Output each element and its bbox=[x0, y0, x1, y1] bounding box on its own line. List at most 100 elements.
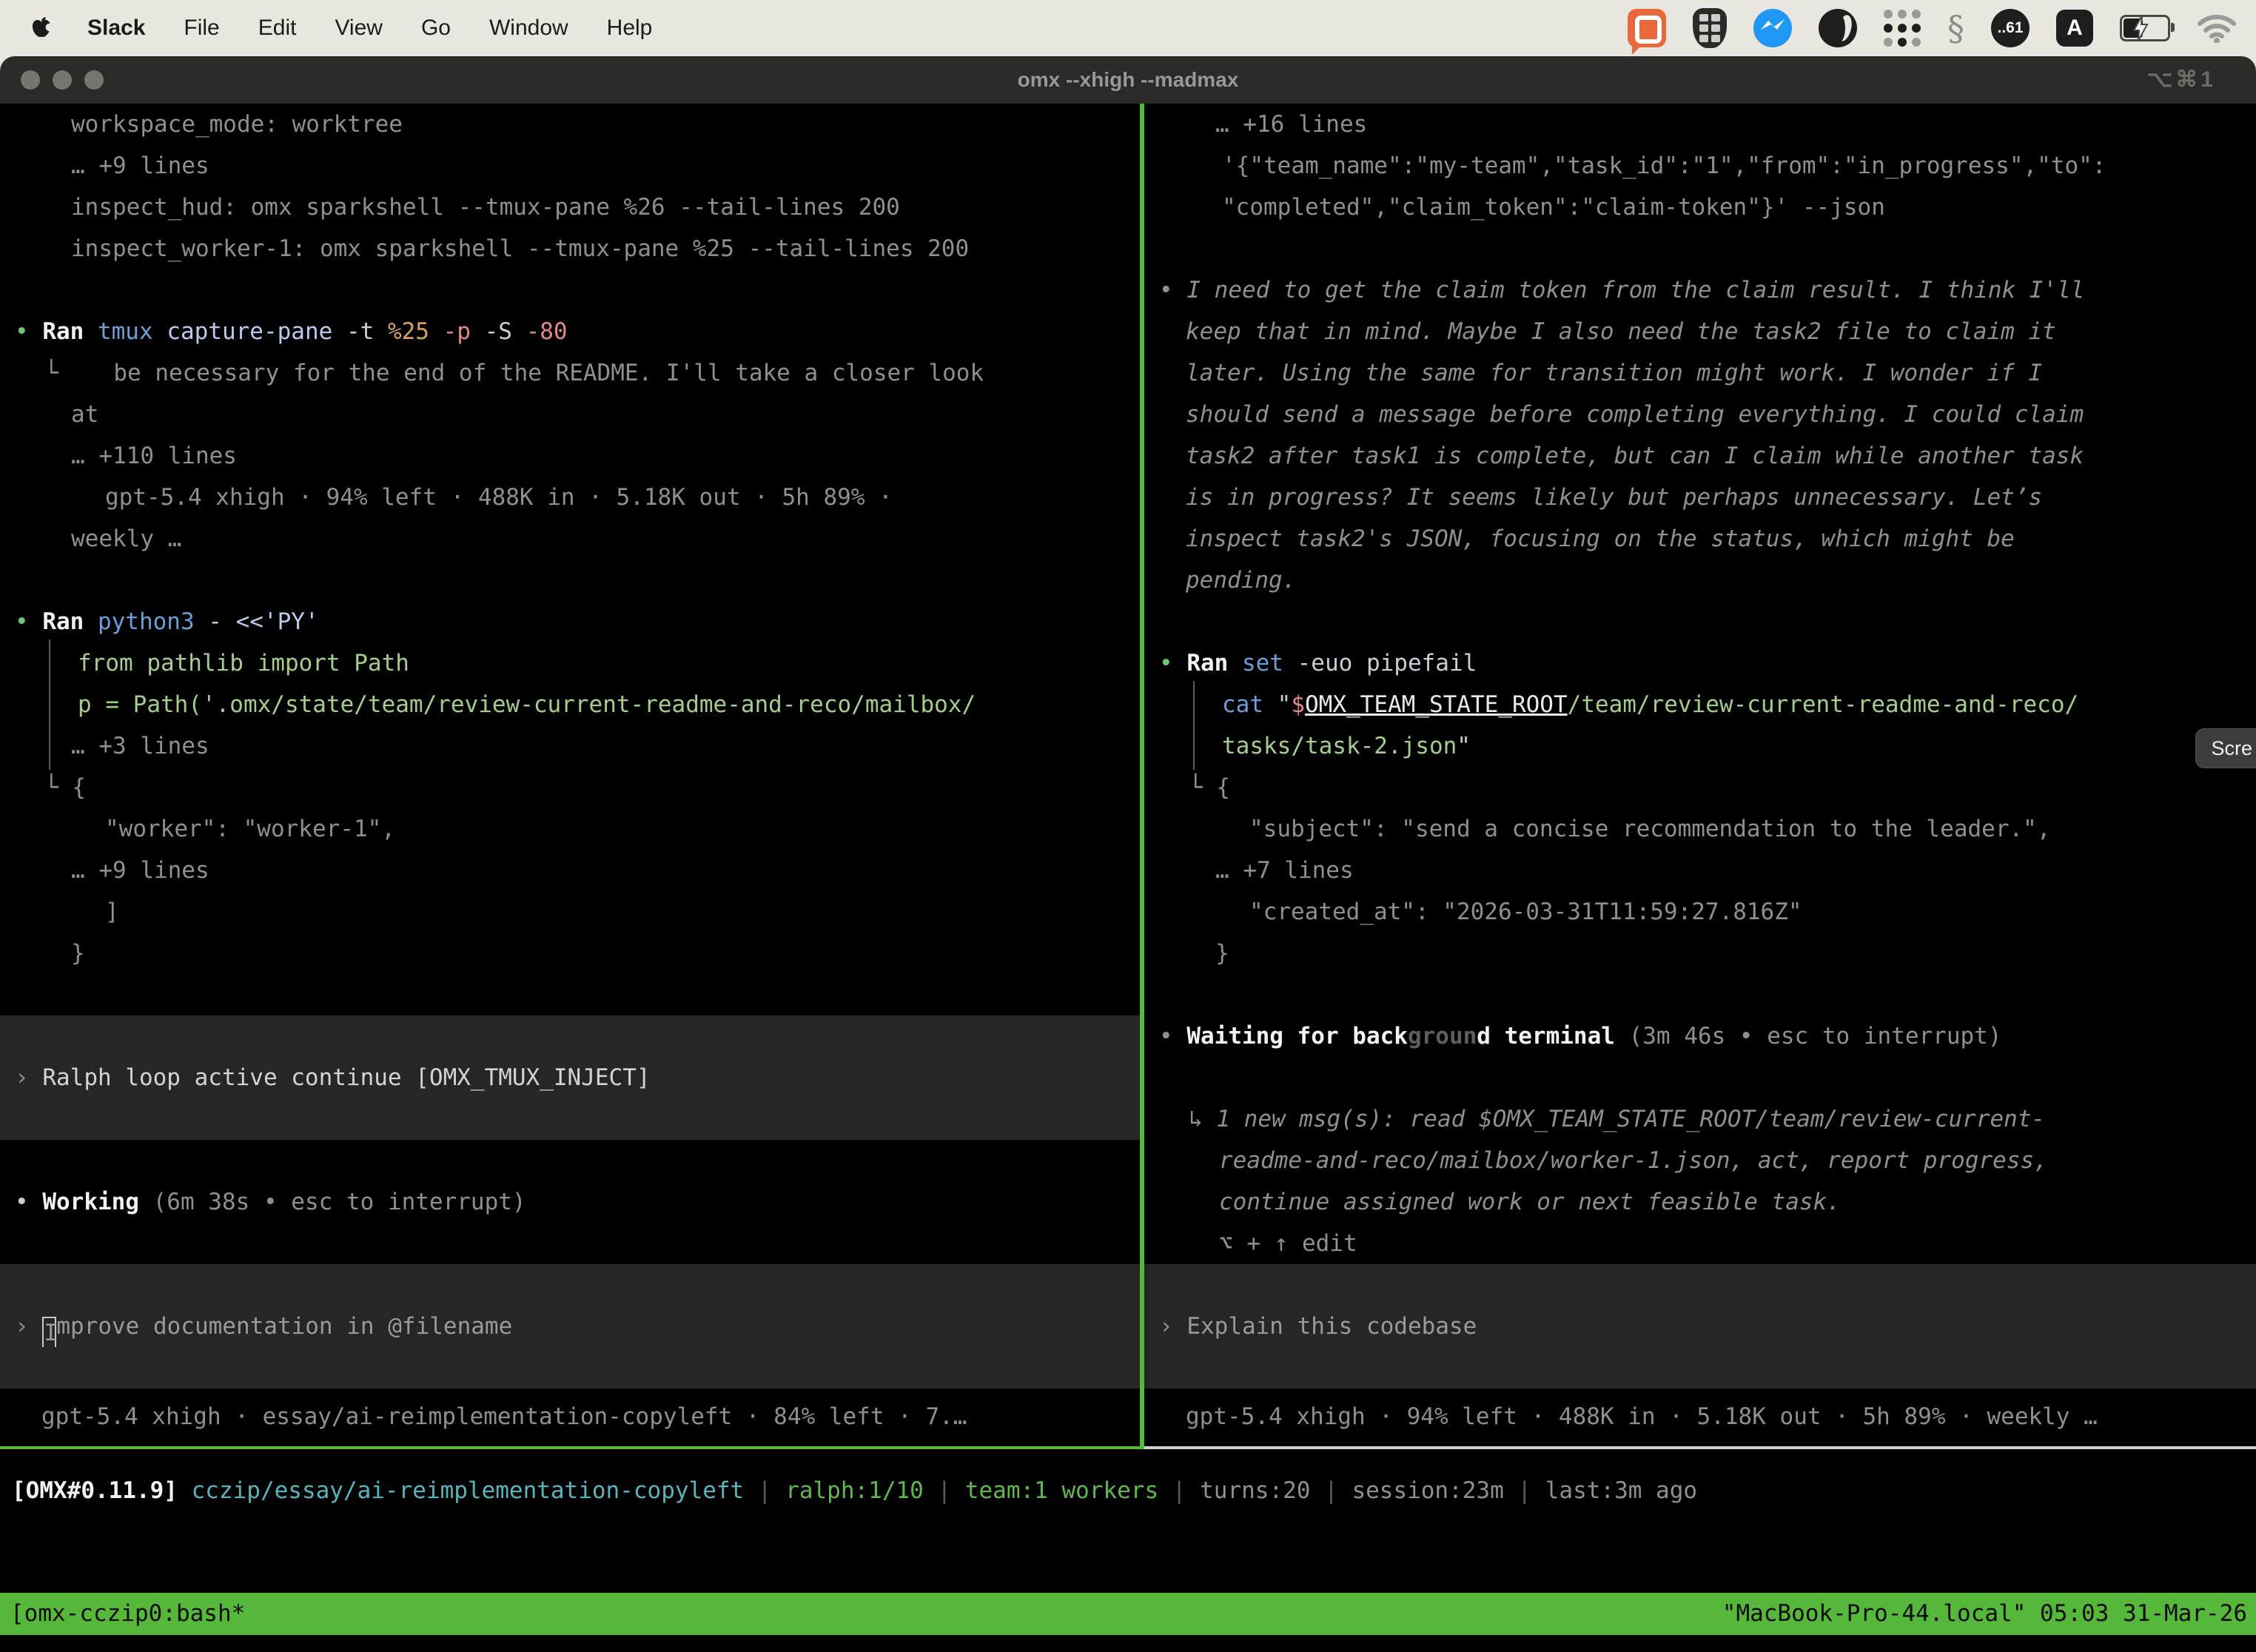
text-segment: › bbox=[1159, 1313, 1186, 1340]
terminal-line: cat "$OMX_TEAM_STATE_ROOT/team/review-cu… bbox=[1144, 684, 2256, 725]
dots-grid-icon[interactable] bbox=[1884, 10, 1921, 47]
text-segment: Ralph loop active continue [OMX_TMUX_INJ… bbox=[42, 1064, 650, 1091]
text-segment: python3 bbox=[98, 608, 208, 635]
text-segment: [OMX#0.11.9] bbox=[12, 1477, 178, 1504]
terminal-line: pending. bbox=[1144, 560, 2256, 601]
terminal-line: • Ran set -euo pipefail bbox=[1144, 642, 2256, 684]
terminal-line bbox=[0, 1347, 1140, 1389]
output-connector-line bbox=[49, 639, 50, 770]
window-shortcut-hint: ⌥⌘1 bbox=[2147, 56, 2216, 104]
menu-item-go[interactable]: Go bbox=[421, 16, 451, 41]
text-segment: weekly … bbox=[71, 526, 181, 552]
terminal-line: inspect_hud: omx sparkshell --tmux-pane … bbox=[0, 187, 1140, 228]
text-segment: readme-and-reco/mailbox/worker-1.json, a… bbox=[1219, 1147, 2048, 1174]
text-segment: " bbox=[1278, 691, 1292, 718]
terminal-content: workspace_mode: worktree … +9 lines inspec… bbox=[0, 104, 2256, 1449]
right-terminal-pane[interactable]: … +16 lines '{"team_name":"my-team","task… bbox=[1144, 104, 2256, 1449]
menu-item-help[interactable]: Help bbox=[607, 16, 653, 41]
text-segment: } bbox=[71, 940, 85, 967]
terminal-line: inspect_worker-1: omx sparkshell --tmux-… bbox=[0, 228, 1140, 269]
text-segment: -S bbox=[485, 318, 526, 345]
terminal-line: • Ran tmux capture-pane -t %25 -p -S -80 bbox=[0, 311, 1140, 352]
terminal-line: ] bbox=[0, 891, 1140, 933]
shield-grid-icon[interactable] bbox=[1693, 8, 1727, 48]
text-segment: | bbox=[744, 1477, 785, 1504]
terminal-line: "completed","claim_token":"claim-token"}… bbox=[1144, 187, 2256, 228]
tmux-host-clock-label: "MacBook-Pro-44.local" 05:03 31-Mar-26 bbox=[1722, 1593, 2256, 1635]
pie-chart-icon[interactable] bbox=[1819, 9, 1857, 47]
text-segment: Ran bbox=[42, 318, 98, 345]
menu-item-view[interactable]: View bbox=[335, 16, 382, 41]
text-segment: "completed","claim_token":"claim-token"}… bbox=[1222, 194, 1885, 221]
terminal-line bbox=[0, 1223, 1140, 1264]
squiggle-icon[interactable]: § bbox=[1947, 9, 1964, 47]
text-segment: 1 new msg(s): read $OMX_TEAM_STATE_ROOT/… bbox=[1216, 1106, 2045, 1132]
text-segment: OMX_TEAM_STATE_ROOT bbox=[1305, 691, 1568, 718]
text-segment: ] bbox=[105, 899, 119, 925]
terminal-line: weekly … bbox=[0, 518, 1140, 560]
apple-logo-icon[interactable] bbox=[31, 16, 52, 40]
terminal-line: is in progress? It seems likely but perh… bbox=[1144, 477, 2256, 518]
text-segment: groun bbox=[1408, 1023, 1477, 1050]
terminal-line: later. Using the same for transition mig… bbox=[1144, 352, 2256, 394]
text-segment: at bbox=[71, 401, 98, 428]
text-segment: tasks/task-2.json bbox=[1222, 733, 1457, 759]
screen: Slack File Edit View Go Window Help bbox=[0, 0, 2256, 1652]
terminal-line: › Ralph loop active continue [OMX_TMUX_I… bbox=[0, 1057, 1140, 1098]
text-segment: workspace_mode: worktree bbox=[71, 111, 403, 138]
terminal-line bbox=[0, 974, 1140, 1015]
text-segment: session:23m bbox=[1352, 1477, 1503, 1504]
terminal-line: └ be necessary for the end of the README… bbox=[0, 352, 1140, 394]
text-segment: keep that in mind. Maybe I also need the… bbox=[1186, 318, 2056, 345]
left-pane-lines: workspace_mode: worktree … +9 lines inspec… bbox=[0, 104, 1140, 1389]
battery-icon[interactable] bbox=[2120, 15, 2170, 41]
terminal-line: › Explain this codebase bbox=[1144, 1306, 2256, 1347]
text-segment: be necessary for the end of the README. … bbox=[113, 360, 984, 386]
terminal-line: └ { bbox=[1144, 767, 2256, 808]
text-segment: -euo bbox=[1297, 650, 1366, 676]
terminal-line: └ { bbox=[0, 767, 1140, 808]
terminal-line: ⌥ + ↑ edit bbox=[1144, 1223, 2256, 1264]
terminal-line bbox=[0, 1015, 1140, 1057]
keyboard-a-icon[interactable]: A bbox=[2056, 10, 2093, 47]
text-segment: ↳ bbox=[1189, 1106, 1216, 1132]
messenger-icon[interactable] bbox=[1753, 9, 1792, 47]
text-segment: from pathlib import Path bbox=[78, 650, 409, 676]
menu-items: Slack File Edit View Go Window Help bbox=[87, 16, 652, 41]
text-segment: … +9 lines bbox=[71, 152, 209, 179]
window-title-bar[interactable]: omx --xhigh --madmax ⌥⌘1 bbox=[0, 56, 2256, 104]
wifi-icon[interactable] bbox=[2197, 13, 2237, 43]
text-segment: Ran bbox=[42, 608, 98, 635]
tmux-status-bar: [omx-cczip0:bash* "MacBook-Pro-44.local"… bbox=[0, 1593, 2256, 1635]
menu-item-window[interactable]: Window bbox=[489, 16, 568, 41]
window-title: omx --xhigh --madmax bbox=[0, 56, 2256, 104]
left-terminal-pane[interactable]: workspace_mode: worktree … +9 lines inspec… bbox=[0, 104, 1140, 1449]
terminal-line: continue assigned work or next feasible … bbox=[1144, 1181, 2256, 1223]
text-segment: p = Path('.omx/state/team/review-current… bbox=[78, 691, 976, 718]
terminal-line bbox=[1144, 1264, 2256, 1306]
text-segment: inspect task2's JSON, focusing on the st… bbox=[1186, 526, 2015, 552]
menu-item-slack[interactable]: Slack bbox=[87, 16, 145, 41]
text-segment: } bbox=[1215, 940, 1229, 967]
chat-bubble-icon[interactable] bbox=[1628, 9, 1666, 47]
text-segment: '{"team_name":"my-team","task_id":"1","f… bbox=[1222, 152, 2106, 179]
terminal-line bbox=[1144, 974, 2256, 1015]
terminal-line: • Working (6m 38s • esc to interrupt) bbox=[0, 1181, 1140, 1223]
text-segment: … +16 lines bbox=[1215, 111, 1367, 138]
text-segment: " bbox=[1457, 733, 1471, 759]
text-segment: /team/review-current-readme-and-reco/ bbox=[1568, 691, 2079, 718]
bottom-status-zone: [OMX#0.11.9] cczip/essay/ai-reimplementa… bbox=[0, 1449, 2256, 1652]
text-segment: (6m 38s • esc to interrupt) bbox=[153, 1189, 526, 1215]
badge-61-icon[interactable]: ..61 bbox=[1991, 9, 2030, 47]
macos-menu-bar: Slack File Edit View Go Window Help bbox=[0, 0, 2256, 56]
text-segment: (3m 46s • esc to interrupt) bbox=[1629, 1023, 2002, 1050]
terminal-line: "worker": "worker-1", bbox=[0, 808, 1140, 850]
text-segment bbox=[178, 1477, 192, 1504]
text-segment: Working bbox=[42, 1189, 152, 1215]
menu-item-edit[interactable]: Edit bbox=[258, 16, 297, 41]
text-segment: -p bbox=[443, 318, 485, 345]
menu-item-file[interactable]: File bbox=[184, 16, 219, 41]
terminal-line: } bbox=[1144, 933, 2256, 974]
screenshot-overlay-chip[interactable]: Scre bbox=[2195, 728, 2256, 768]
text-segment: • bbox=[1159, 1023, 1186, 1050]
